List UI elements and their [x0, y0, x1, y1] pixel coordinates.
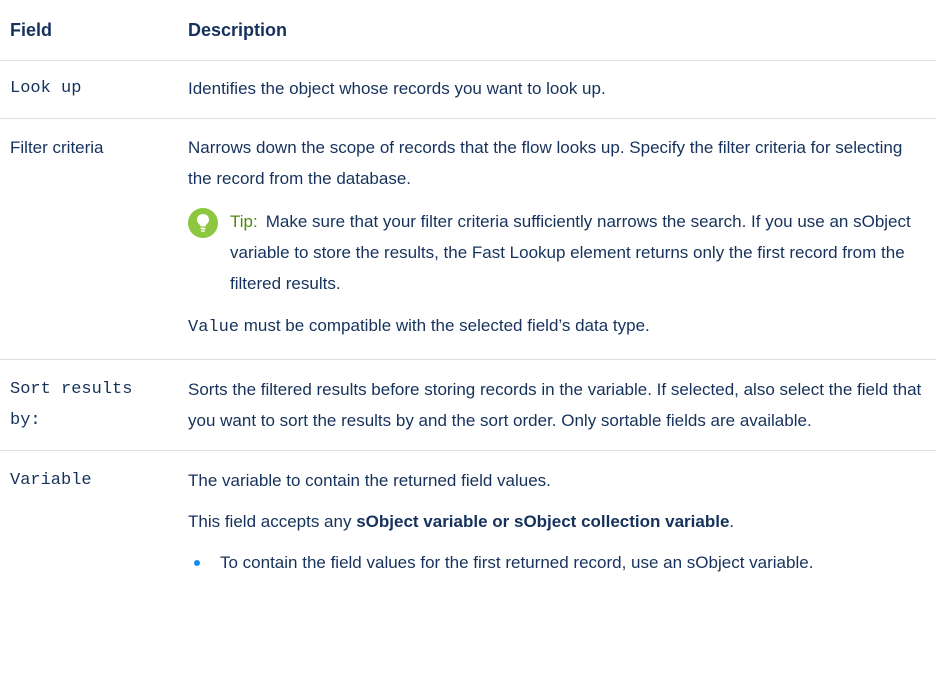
table-row-lookup: Look up Identifies the object whose reco… — [0, 61, 936, 119]
field-desc-filter: Narrows down the scope of records that t… — [178, 132, 936, 343]
tip-label: Tip: — [230, 212, 258, 231]
table-row-sort: Sort results by: Sorts the filtered resu… — [0, 360, 936, 451]
header-field: Field — [10, 19, 53, 40]
sort-desc-text: Sorts the filtered results before storin… — [188, 380, 922, 430]
bullet-icon — [194, 560, 200, 566]
tip-text: Make sure that your filter criteria suff… — [230, 212, 911, 293]
variable-desc-text: The variable to contain the returned fie… — [188, 471, 551, 490]
header-description: Description — [188, 19, 288, 40]
field-desc-sort: Sorts the filtered results before storin… — [178, 374, 936, 436]
accepts-prefix: This field accepts any — [188, 512, 357, 531]
variable-accepts: This field accepts any sObject variable … — [188, 506, 926, 537]
variable-bullets: To contain the field values for the firs… — [188, 547, 926, 578]
lookup-desc-text: Identifies the object whose records you … — [188, 79, 606, 98]
accepts-bold: sObject variable or sObject collection v… — [356, 512, 730, 531]
field-name-variable: Variable — [10, 471, 92, 490]
table-row-filter: Filter criteria Narrows down the scope o… — [0, 119, 936, 360]
table-row-variable: Variable The variable to contain the ret… — [0, 451, 936, 578]
list-item: To contain the field values for the firs… — [188, 547, 926, 578]
field-name-sort: Sort results by: — [10, 380, 133, 430]
field-desc-lookup: Identifies the object whose records you … — [178, 73, 936, 104]
table-header: Field Description — [0, 0, 936, 61]
field-desc-variable: The variable to contain the returned fie… — [178, 465, 936, 578]
value-note: Value must be compatible with the select… — [188, 310, 926, 343]
lightbulb-icon — [188, 208, 218, 238]
field-name-lookup: Look up — [10, 79, 82, 98]
accepts-suffix: . — [729, 512, 735, 531]
field-description-table: Field Description Look up Identifies the… — [0, 0, 936, 578]
value-code: Value — [188, 318, 240, 337]
tip-callout: Tip: Make sure that your filter criteria … — [188, 206, 926, 299]
bullet-text: To contain the field values for the firs… — [220, 553, 814, 572]
filter-desc-text: Narrows down the scope of records that t… — [188, 138, 903, 188]
value-note-text: must be compatible with the selected fie… — [239, 316, 650, 335]
field-name-filter: Filter criteria — [10, 138, 104, 157]
tip-body: Tip: Make sure that your filter criteria … — [230, 206, 926, 299]
